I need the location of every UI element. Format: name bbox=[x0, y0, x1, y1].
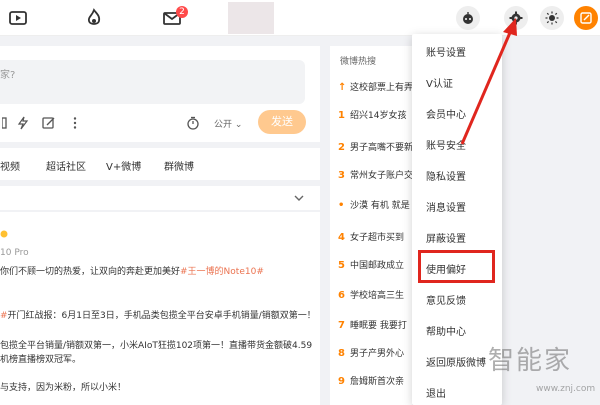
emoji-icon bbox=[0, 230, 8, 238]
video-icon[interactable] bbox=[8, 8, 28, 28]
hashtag-link[interactable]: # bbox=[0, 311, 8, 321]
list-item[interactable]: 4 女子超市买到 bbox=[338, 230, 412, 256]
post-text-line: 包揽全平台销量/销额双第一，小米AIoT狂揽102项第一！直播带货金额破4.59 bbox=[0, 341, 313, 351]
tab-vplus[interactable]: V+微博 bbox=[106, 158, 141, 173]
post-composer: 家? 公开 ⌄ 发送 bbox=[0, 46, 320, 142]
visibility-selector[interactable]: 公开 ⌄ bbox=[214, 117, 242, 130]
post-source: 10 Pro bbox=[0, 248, 29, 258]
gear-icon bbox=[509, 11, 523, 25]
timer-icon[interactable] bbox=[186, 116, 200, 130]
avatar[interactable] bbox=[228, 2, 274, 34]
menu-item-member-center[interactable]: 会员中心 bbox=[426, 106, 466, 121]
menu-item-block[interactable]: 屏蔽设置 bbox=[426, 230, 466, 245]
image-tool-icon[interactable] bbox=[2, 116, 16, 130]
menu-item-classic-version[interactable]: 返回原版微博 bbox=[426, 354, 486, 369]
highlight-box bbox=[418, 250, 495, 283]
list-item[interactable]: 6 学校培高三生 bbox=[338, 288, 412, 314]
menu-item-v-verify[interactable]: V认证 bbox=[426, 75, 453, 90]
menu-item-messages[interactable]: 消息设置 bbox=[426, 199, 466, 214]
post-text-line: 机榜直播榜双冠军。 bbox=[0, 355, 82, 365]
hot-search-title: 微博热搜 bbox=[340, 57, 377, 67]
list-item[interactable]: ↑ 这校部票上有弄 bbox=[338, 80, 412, 106]
post-text-line: #开门红战报：6月1日至3日，手机品类包揽全平台安卓手机销量/销额双第一！ bbox=[0, 311, 316, 321]
feed-post: 10 Pro 你们不顾一切的热爱，让双向的奔赴更加美好#王一博的Note10# … bbox=[0, 212, 320, 405]
chevron-down-icon[interactable] bbox=[294, 194, 304, 202]
menu-item-privacy[interactable]: 隐私设置 bbox=[426, 168, 466, 183]
sun-icon bbox=[545, 11, 559, 25]
feed-tabs: 视频 超话社区 V+微博 群微博 bbox=[0, 148, 320, 180]
compose-placeholder: 家? bbox=[0, 70, 16, 81]
send-button[interactable]: 发送 bbox=[258, 110, 306, 134]
hashtag-link[interactable]: #王一博的Note10# bbox=[180, 267, 264, 277]
list-item[interactable]: 7 睡眠要 我要打 bbox=[338, 318, 412, 344]
pin-icon: ↑ bbox=[338, 82, 347, 93]
settings-button[interactable] bbox=[504, 6, 528, 30]
hot-search-panel: 微博热搜 ↑ 这校部票上有弄 1 绍兴14岁女孩 2 男子高嘴不要新 3 常州女子账户交… bbox=[330, 46, 412, 405]
write-post-button[interactable] bbox=[574, 6, 598, 30]
watermark: 智能家 www.znj.com bbox=[488, 346, 596, 394]
list-item[interactable]: 5 中国邮政成立 bbox=[338, 258, 412, 284]
list-item[interactable]: 2 男子高嘴不要新 bbox=[338, 140, 412, 166]
menu-item-logout[interactable]: 退出 bbox=[426, 385, 446, 400]
list-item[interactable]: 8 男子产男外心 bbox=[338, 346, 412, 372]
tab-super-topic[interactable]: 超话社区 bbox=[46, 158, 86, 173]
menu-item-help[interactable]: 帮助中心 bbox=[426, 323, 466, 338]
edit-long-icon[interactable] bbox=[42, 116, 56, 130]
post-text-line: 与支持，因为米粉，所以小米！ bbox=[0, 383, 127, 393]
menu-item-feedback[interactable]: 意见反馈 bbox=[426, 292, 466, 307]
lightning-icon[interactable] bbox=[16, 116, 30, 130]
bot-icon bbox=[463, 12, 473, 24]
edit-icon bbox=[580, 12, 592, 24]
flame-icon[interactable] bbox=[84, 8, 104, 28]
list-item[interactable]: 3 常州女子账户交 bbox=[338, 168, 412, 194]
menu-item-account-security[interactable]: 账号安全 bbox=[426, 137, 466, 152]
tab-video[interactable]: 视频 bbox=[0, 158, 20, 173]
list-item[interactable]: 1 绍兴14岁女孩 bbox=[338, 108, 412, 134]
menu-item-account-settings[interactable]: 账号设置 bbox=[426, 44, 466, 59]
more-icon[interactable] bbox=[68, 116, 82, 130]
compose-input[interactable]: 家? bbox=[0, 60, 305, 104]
bot-button[interactable] bbox=[456, 6, 480, 30]
list-item[interactable]: 9 詹姆斯首次亲 bbox=[338, 374, 412, 400]
list-item[interactable]: • 沙漠 有机 就是 bbox=[338, 198, 412, 224]
post-text-line: 你们不顾一切的热爱，让双向的奔赴更加美好#王一博的Note10# bbox=[0, 267, 264, 277]
top-nav-bar: 2 bbox=[0, 0, 600, 36]
tab-group[interactable]: 群微博 bbox=[164, 158, 194, 173]
chevron-down-icon: ⌄ bbox=[232, 120, 243, 130]
message-count-badge: 2 bbox=[176, 6, 188, 18]
theme-toggle-button[interactable] bbox=[540, 6, 564, 30]
feed-filter-bar bbox=[0, 186, 320, 210]
